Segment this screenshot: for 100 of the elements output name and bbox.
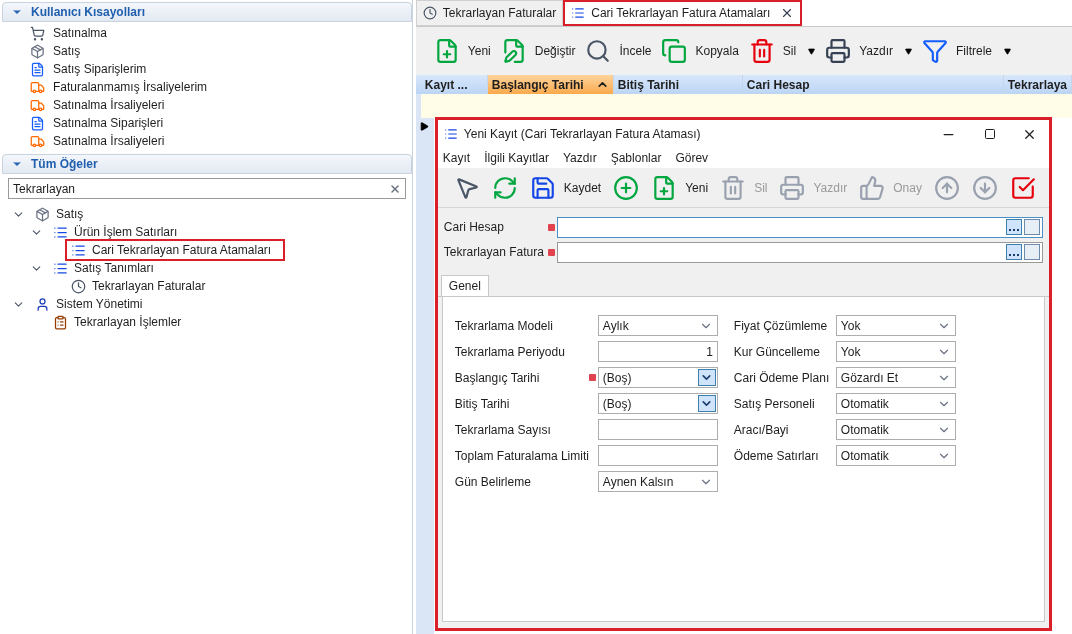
cart-icon — [30, 25, 45, 41]
toolbar-button[interactable] — [1009, 174, 1036, 201]
magnifier-icon — [585, 38, 612, 64]
trash-icon — [720, 174, 747, 201]
dropdown-caret-icon[interactable] — [808, 47, 816, 55]
field-label: Ödeme Satırları — [733, 447, 820, 465]
clock-icon — [422, 6, 437, 20]
menu-item[interactable]: Kayıt — [442, 149, 471, 167]
dropdown[interactable]: Otomatik — [835, 393, 956, 414]
shortcut-item[interactable]: Satınalma Siparişleri — [30, 114, 412, 132]
search-field[interactable]: Tekrarlayan — [8, 178, 406, 199]
field-label: Başlangıç Tarihi — [454, 369, 541, 387]
input-field[interactable]: 1 — [597, 341, 718, 362]
lookup-field[interactable] — [556, 241, 1043, 263]
clipboard-icon — [53, 314, 68, 330]
toolbar-button[interactable]: Kaydet — [529, 174, 602, 201]
dropdown[interactable]: Otomatik — [835, 445, 956, 466]
toolbar-button[interactable] — [613, 174, 640, 201]
save-add-icon — [613, 174, 640, 201]
lookup-field[interactable] — [556, 216, 1043, 238]
date-field[interactable]: (Boş) — [597, 367, 718, 388]
toolbar-button[interactable]: İncele — [585, 38, 652, 64]
input-field[interactable] — [597, 445, 718, 466]
dropdown[interactable]: Aylık — [597, 315, 718, 336]
shortcut-item[interactable]: Satınalma İrsaliyeleri — [30, 96, 412, 114]
field-label: Cari Ödeme Planı — [733, 369, 831, 387]
list-icon — [53, 224, 68, 240]
printer-icon — [825, 38, 852, 64]
dropdown[interactable]: Aynen Kalsın — [597, 471, 718, 492]
approve-icon — [859, 174, 886, 201]
row-indicator-icon — [420, 122, 430, 131]
truck-icon — [30, 133, 45, 149]
tree-item[interactable]: Cari Tekrarlayan Fatura Atamaları — [65, 239, 286, 261]
dropdown[interactable]: Yok — [835, 315, 956, 336]
section-header[interactable]: Kullanıcı Kısayolları — [2, 2, 412, 22]
dropdown[interactable]: Otomatik — [835, 419, 956, 440]
field-label: Fiyat Çözümleme — [733, 317, 829, 335]
column-header[interactable]: Başlangıç Tarihi — [487, 75, 614, 94]
list-icon — [443, 127, 458, 141]
field-label: Satış Personeli — [733, 395, 816, 413]
shortcut-item[interactable]: Satış Siparişlerim — [30, 60, 412, 78]
shortcut-item[interactable]: Satınalma — [30, 24, 412, 42]
maximize-icon[interactable] — [983, 128, 996, 140]
box-icon — [30, 43, 45, 59]
browse-icon[interactable] — [1005, 219, 1022, 235]
tab[interactable]: Cari Tekrarlayan Fatura Atamaları — [563, 0, 803, 26]
menu-item[interactable]: Görev — [675, 149, 709, 167]
box-icon — [35, 206, 50, 222]
copy-icon — [661, 38, 688, 64]
clear-icon[interactable] — [388, 182, 401, 195]
dropdown[interactable]: Yok — [835, 341, 956, 362]
field-label: Aracı/Bayi — [733, 421, 790, 439]
toolbar-button[interactable]: Değiştir — [500, 38, 576, 64]
date-field[interactable]: (Boş) — [597, 393, 718, 414]
list-icon — [571, 6, 586, 20]
field-label: Tekrarlama Sayısı — [454, 421, 552, 439]
menu-item[interactable]: Yazdır — [562, 149, 597, 167]
toolbar-button[interactable]: Kopyala — [661, 38, 739, 64]
field-label: Toplam Faturalama Limiti — [454, 447, 589, 465]
truck-icon — [30, 79, 45, 95]
tab[interactable]: Genel — [440, 275, 489, 296]
printer-icon — [779, 174, 806, 201]
shortcut-item[interactable]: Faturalanmamış İrsaliyelerim — [30, 78, 412, 96]
dialog-title: Yeni Kayıt (Cari Tekrarlayan Fatura Ataması) — [463, 126, 702, 143]
document-icon — [30, 115, 45, 131]
save-icon — [529, 174, 556, 201]
tab[interactable]: Tekrarlayan Faturalar — [415, 0, 564, 26]
field-label: Tekrarlama Modeli — [454, 317, 554, 335]
browse-icon[interactable] — [1005, 244, 1022, 260]
truck-icon — [30, 97, 45, 113]
person-icon — [35, 296, 50, 312]
dropdown-caret-icon[interactable] — [905, 47, 912, 55]
toolbar-button[interactable]: Yazdır — [825, 38, 893, 64]
shortcut-item[interactable]: Satış — [30, 42, 412, 60]
check-icon — [1009, 174, 1036, 201]
field-label: Tekrarlayan Fatura — [443, 244, 545, 261]
input-field[interactable] — [597, 419, 718, 440]
field-label: Cari Hesap — [443, 219, 505, 236]
dropdown[interactable]: Gözardı Et — [835, 367, 956, 388]
field-label: Kur Güncelleme — [733, 343, 821, 361]
clock-icon — [71, 278, 86, 294]
toolbar-button[interactable]: Yeni — [433, 38, 491, 64]
save-refresh-icon — [491, 174, 518, 201]
field-label: Bitiş Tarihi — [454, 395, 511, 413]
list-icon — [71, 242, 86, 258]
filter-icon — [922, 38, 948, 64]
toolbar-button[interactable]: Yeni — [651, 174, 709, 201]
toolbar-button[interactable]: Filtrele — [922, 38, 992, 64]
shortcut-item[interactable]: Satınalma İrsaliyeleri — [30, 132, 412, 150]
toolbar-button[interactable] — [491, 174, 518, 201]
document-icon — [30, 61, 45, 77]
menu-item[interactable]: İlgili Kayıtlar — [484, 149, 549, 167]
field-label: Gün Belirleme — [454, 473, 532, 491]
section-header[interactable]: Tüm Öğeler — [2, 154, 412, 174]
list-icon — [53, 260, 68, 276]
toolbar-button[interactable]: Sil — [748, 38, 797, 64]
field-label: Tekrarlama Periyodu — [454, 343, 566, 361]
dropdown-caret-icon[interactable] — [1004, 47, 1011, 55]
trash-icon — [748, 38, 775, 64]
menu-item[interactable]: Şablonlar — [610, 149, 662, 167]
